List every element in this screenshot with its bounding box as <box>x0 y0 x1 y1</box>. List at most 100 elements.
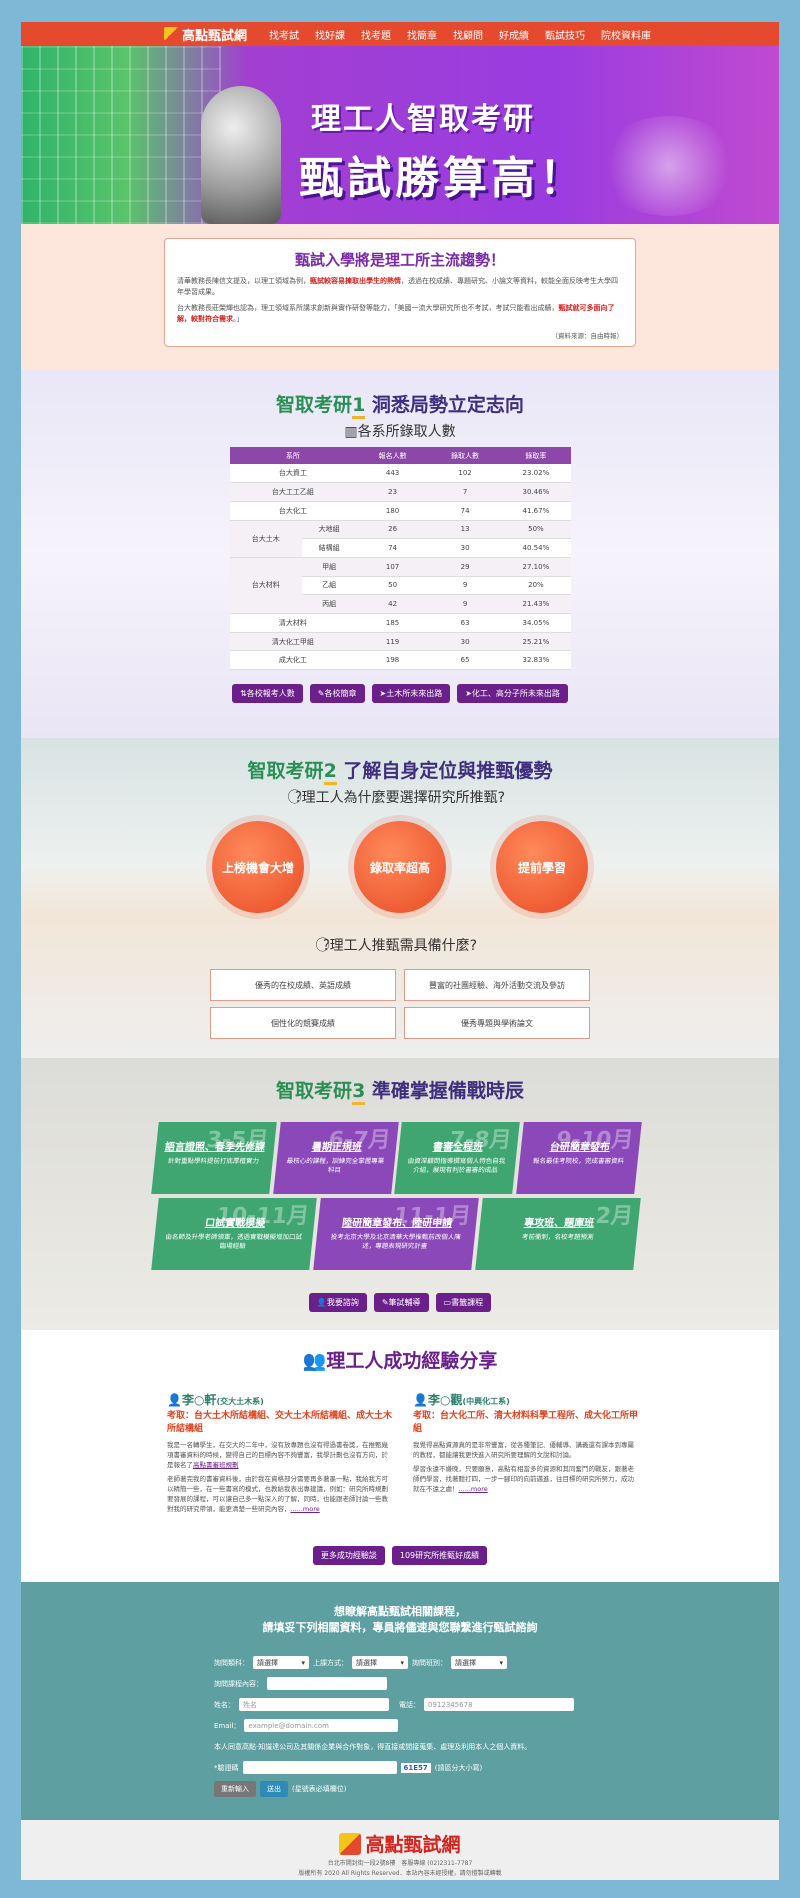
timeline-card[interactable]: 9-10月 台研簡章發布 報名最佳考院校，完成書審資料 <box>515 1122 641 1194</box>
brochure-plan-link[interactable]: 高點書審班規劃 <box>193 1461 239 1469</box>
hero-title: 理工人智取考研 <box>311 102 535 137</box>
nav-brochure[interactable]: 找簡章 <box>407 27 437 42</box>
table-row: 台大資工 443 102 23.02% <box>229 464 571 484</box>
section-1-title: 智取考研1 洞悉局勢立定志向 <box>21 370 779 419</box>
table-row: 成大化工 198 65 32.83% <box>229 650 571 671</box>
content-input[interactable] <box>267 1677 387 1690</box>
requirement-item: 優秀專題與學術論文 <box>404 1007 590 1039</box>
table-row: 台大工工乙組 23 7 30.46% <box>229 482 571 502</box>
nav-advisor[interactable]: 找顧問 <box>453 27 483 42</box>
timeline-card[interactable]: 7-8月 書審全程班 由資深顧問指導撰寫個人特色自我介紹，展現有利於書審的成品 <box>394 1122 520 1194</box>
timeline-card[interactable]: 10-11月 口試實戰模擬 由名師及升學老師領軍，透過實戰模擬增加口試臨場經驗 <box>151 1198 317 1270</box>
label-course: 詢問類科： <box>214 1658 249 1667</box>
timeline-row-1: 3-5月 語言證照、春季先修課 針對重點學科提前打底厚植實力 6-7月 暑期正規班 最核… <box>151 1122 641 1194</box>
captcha-input[interactable] <box>242 1761 397 1774</box>
timeline-card[interactable]: 3-5月 語言證照、春季先修課 針對重點學科提前打底厚植實力 <box>151 1122 277 1194</box>
nav-questions[interactable]: 找考題 <box>361 27 391 42</box>
results-109-button[interactable]: 109研究所推甄好成績 <box>391 1546 488 1565</box>
top-nav: 高點甄試網 找考試 找好課 找考題 找簡章 找顧問 好成績 甄試技巧 院校資料庫 <box>21 22 779 46</box>
footer-logo[interactable]: 高點甄試網 <box>339 1830 461 1857</box>
label-name: 姓名： <box>214 1700 235 1709</box>
email-input[interactable]: example@domain.com <box>244 1719 399 1732</box>
timeline-card[interactable]: 6-7月 暑期正規班 最核心的課程，訓練完全掌握專業科目 <box>272 1122 398 1194</box>
user-icon: 👤 <box>316 1298 327 1307</box>
advantage-circle: 提前學習 <box>496 821 588 913</box>
school-brochure-button[interactable]: ✎各校簡章 <box>309 684 365 704</box>
hero-subtitle: 甄試勝算高！ <box>299 153 587 204</box>
chem-career-button[interactable]: ➤化工、高分子所未來出路 <box>457 684 568 704</box>
class-select[interactable]: 請選擇 ▾ <box>451 1656 507 1669</box>
col-dept: 系所 <box>229 447 357 464</box>
submit-button[interactable]: 送出 <box>260 1780 288 1797</box>
student-name: 👤李○觀(中興化工系) <box>413 1393 510 1407</box>
col-apply: 報名人數 <box>356 447 429 464</box>
privacy-consent: 本人同意高點·知識達公司及其關係企業與合作對象，得直接或間接蒐集、處理及利用本人… <box>214 1742 532 1751</box>
advantage-circles: 上榜機會大增 錄取率超高 提前學習 <box>21 821 779 913</box>
edit-icon: ✎ <box>381 1298 389 1307</box>
section-strategy-1: 智取考研1 洞悉局勢立定志向 ▥各系所錄取人數 系所 報名人數 錄取人數 錄取率… <box>21 370 779 738</box>
reset-button[interactable]: 重新輸入 <box>214 1780 256 1797</box>
timeline-row-2: 10-11月 口試實戰模擬 由名師及升學老師領軍，透過實戰模擬增加口試臨場經驗 11… <box>151 1198 641 1270</box>
more-link[interactable]: ......more <box>459 1485 488 1493</box>
nav-tips[interactable]: 甄試技巧 <box>545 27 585 42</box>
chevron-down-icon: ▾ <box>400 1658 404 1667</box>
nav-school-db[interactable]: 院校資料庫 <box>601 27 651 42</box>
logo-mark-icon <box>339 1832 362 1855</box>
timeline-card[interactable]: 2月 專攻班、題庫班 考前衝刺，名校考題預測 <box>475 1198 641 1270</box>
chevron-down-icon: ▾ <box>301 1658 305 1667</box>
student-name: 👤李○軒(交大土木系) <box>167 1393 264 1407</box>
story-text: 老師著完我的書審資料後，由於我在資格部分需要再多著墨一點，我給我方可以精簡一些，… <box>167 1475 388 1513</box>
more-stories-button[interactable]: 更多成功經驗談 <box>312 1546 385 1565</box>
label-class: 詢問班別： <box>412 1658 447 1667</box>
success-title: 👥理工人成功經驗分享 <box>302 1350 498 1372</box>
intro-section: 甄試入學將是理工所主流趨勢！ 清華教務長陳信文提及，以理工領域為例，甄試較容易揀… <box>21 224 779 370</box>
send-icon: ➤ <box>465 689 472 699</box>
written-exam-button[interactable]: ✎筆試輔導 <box>373 1293 429 1312</box>
success-stories: 👥理工人成功經驗分享 👤李○軒(交大土木系) 考取：台大土木所結構組、交大土木所… <box>21 1330 779 1582</box>
story-columns: 👤李○軒(交大土木系) 考取：台大土木所結構組、交大土木所結構組、成大土木所結構… <box>21 1373 779 1514</box>
nav-exam[interactable]: 找考試 <box>269 27 299 42</box>
col-rate: 錄取率 <box>501 447 571 464</box>
question-why: ?⃝理工人為什麼要選擇研究所推甄? <box>294 790 506 806</box>
captcha-image: 61E57 <box>400 1762 431 1773</box>
method-select[interactable]: 請選擇 ▾ <box>352 1656 408 1669</box>
success-buttons: 更多成功經驗談 109研究所推甄好成績 <box>21 1546 779 1565</box>
nav-course[interactable]: 找好課 <box>315 27 345 42</box>
name-input[interactable]: 姓名 <box>239 1698 389 1711</box>
course-select[interactable]: 請選擇 ▾ <box>253 1656 309 1669</box>
story-text: 我是一名轉學生，在交大的二年中，沒有放專題也沒有得過書卷獎，在推甄幾項書審資料的… <box>167 1441 388 1469</box>
table-row: 台大材料 甲組 107 29 27.10% <box>229 557 571 615</box>
table-row: 清大化工甲組 119 30 25.21% <box>229 632 571 652</box>
chart-icon: ⇅ <box>240 689 247 699</box>
table-row: 清大材料 185 63 34.05% <box>229 613 571 633</box>
form-fields: 詢問類科： 請選擇 ▾ 上課方式： 請選擇 ▾ 詢問班別： 請選擇 ▾ 詢問課程內容： 姓名… <box>214 1652 594 1799</box>
robot-image <box>201 86 281 224</box>
footer: 高點甄試網 台北市開封街一段2號8樓 客服專線 (02)2311-7787 版權… <box>21 1820 779 1880</box>
section-3-title: 智取考研3 準確掌握備戰時辰 <box>21 1058 779 1105</box>
nav-results[interactable]: 好成績 <box>499 27 529 42</box>
story-card: 👤李○觀(中興化工系) 考取：台大化工所、清大材料科學工程所、成大化工所甲組 我… <box>413 1391 639 1514</box>
brand-logo[interactable]: 高點甄試網 <box>164 25 247 44</box>
chevron-down-icon: ▾ <box>499 1658 503 1667</box>
requirement-item: 豐富的社團經驗、海外活動交流及參訪 <box>404 969 590 1001</box>
admission-result: 考取：台大化工所、清大材料科學工程所、成大化工所甲組 <box>413 1411 639 1434</box>
consult-button[interactable]: 👤我要諮詢 <box>308 1293 367 1312</box>
phone-input[interactable]: 0912345678 <box>424 1698 574 1711</box>
bar-chart-icon: ▥ <box>344 424 358 440</box>
admission-result: 考取：台大土木所結構組、交大土木所結構組、成大土木所結構組 <box>167 1411 393 1434</box>
label-content: 詢問課程內容： <box>214 1679 263 1688</box>
advantage-circle: 上榜機會大增 <box>212 821 304 913</box>
timeline-card[interactable]: 11-1月 陸研簡章發布、陸研申請 投考北京大學及北京清華大學推甄前改個人陳述，專題… <box>313 1198 479 1270</box>
civil-career-button[interactable]: ➤土木所未來出路 <box>371 684 451 704</box>
story-card: 👤李○軒(交大土木系) 考取：台大土木所結構組、交大土木所結構組、成大土木所結構… <box>167 1391 393 1514</box>
student-icon: 👤 <box>413 1393 428 1407</box>
more-link[interactable]: ......more <box>291 1505 320 1513</box>
table-title: ▥各系所錄取人數 <box>344 424 456 440</box>
col-admit: 錄取人數 <box>428 447 502 464</box>
digital-hand-image <box>599 116 739 216</box>
brand-name: 高點甄試網 <box>182 28 248 44</box>
question-icon: ?⃝ <box>322 938 330 954</box>
portfolio-course-button[interactable]: ▭書籤課程 <box>435 1293 492 1312</box>
school-applicants-button[interactable]: ⇅各校報考人數 <box>232 684 303 704</box>
page-frame: 高點甄試網 找考試 找好課 找考題 找簡章 找顧問 好成績 甄試技巧 院校資料庫… <box>21 22 779 1880</box>
